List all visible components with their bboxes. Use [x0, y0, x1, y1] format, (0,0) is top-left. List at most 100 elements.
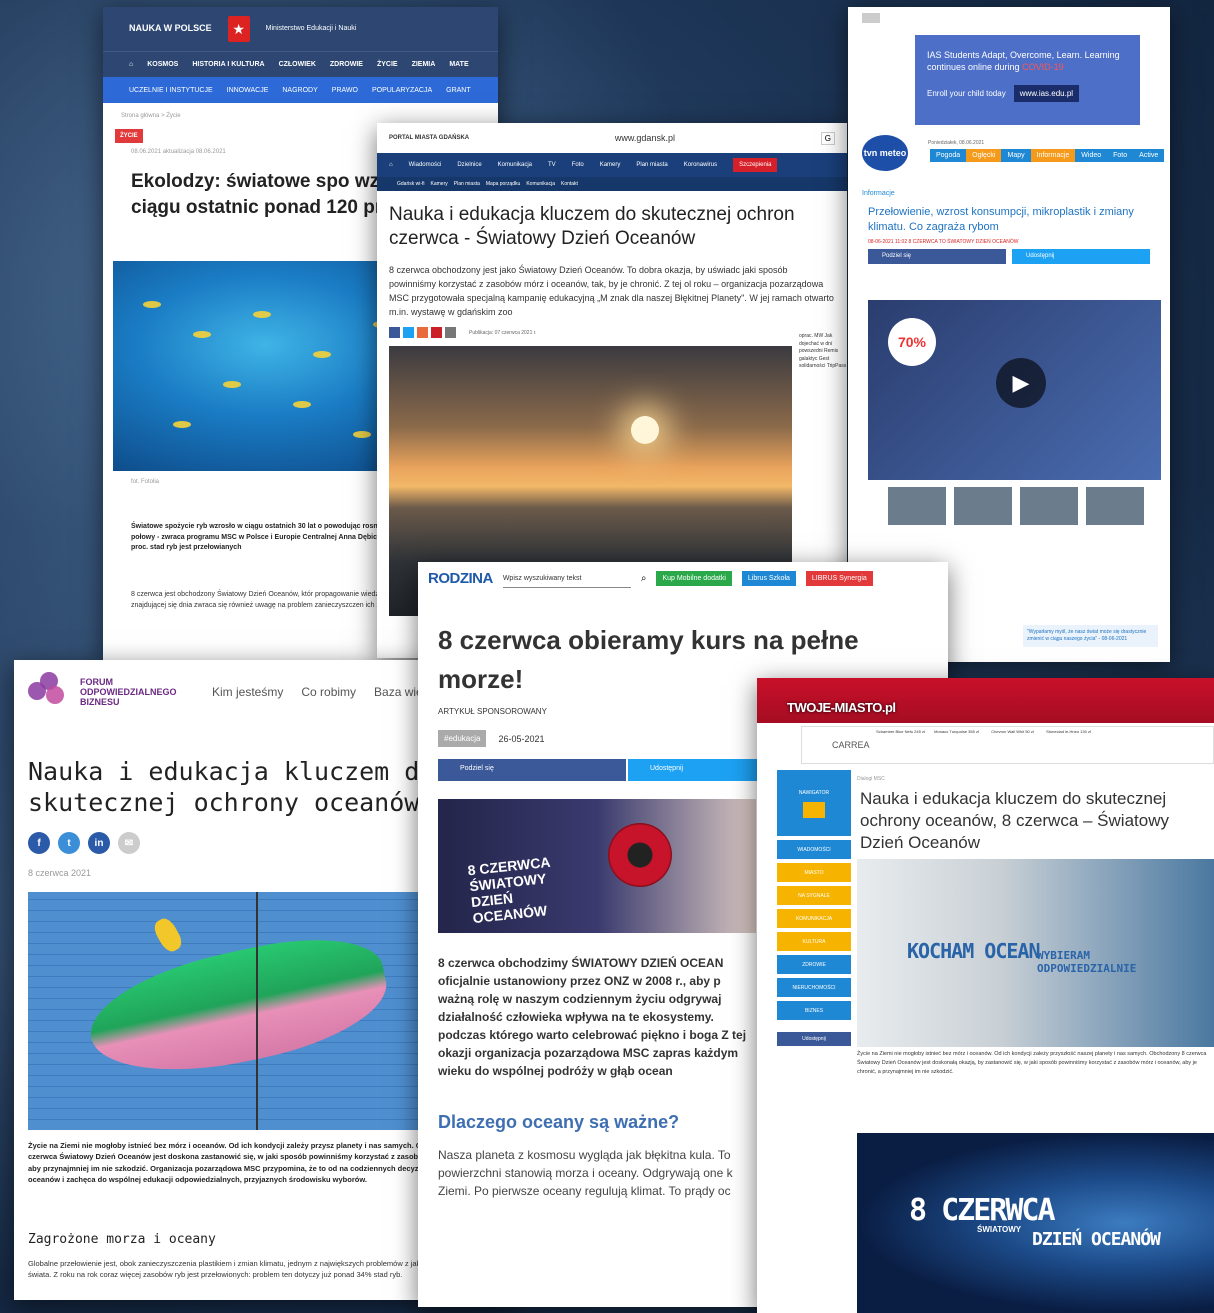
facebook-share-button[interactable]: Podziel się — [868, 249, 1006, 264]
nav-item[interactable]: ZDROWIE — [777, 955, 851, 974]
facebook-icon[interactable] — [389, 327, 400, 338]
nav-item[interactable]: GRANT — [446, 87, 471, 94]
nav-item[interactable]: PRAWO — [332, 87, 358, 94]
sub-nav-item[interactable]: Komunikacja — [526, 181, 555, 187]
product-tile[interactable]: Chevron Wall Whit 50 zł — [988, 729, 1038, 760]
nav-item[interactable]: KULTURA — [777, 932, 851, 951]
tvn-icon[interactable] — [862, 13, 880, 23]
site-logo[interactable]: RODZINA — [428, 570, 493, 587]
facebook-share-button[interactable]: Podziel się — [438, 759, 626, 781]
mail-icon[interactable]: ✉ — [118, 832, 140, 854]
nav-item[interactable]: KOMUNIKACJA — [777, 909, 851, 928]
site-logo[interactable]: NAUKA W POLSCE — [129, 23, 212, 34]
search-icon[interactable]: ⌕ — [641, 573, 647, 584]
nav-item[interactable]: Foto — [572, 162, 584, 168]
nav-item[interactable]: HISTORIA I KULTURA — [192, 61, 264, 68]
nav-item[interactable]: Informacje — [1030, 149, 1076, 162]
site-logo[interactable]: TWOJE-MIASTO.pl — [787, 700, 896, 715]
sub-nav-item[interactable]: Kamery — [431, 181, 448, 187]
banner-kocham: KOCHAM OCEAN — [907, 939, 1040, 963]
nav-item[interactable]: Kamery — [600, 162, 621, 168]
video-player[interactable]: 70% ▶ — [868, 300, 1161, 480]
nav-item[interactable]: Mapy — [1001, 149, 1031, 162]
product-tile[interactable]: Stoneclad le-Hneu 130 zł — [1044, 729, 1094, 760]
nav-item[interactable]: Co robimy — [301, 685, 356, 699]
ad-url-button[interactable]: www.ias.edu.pl — [1013, 85, 1080, 102]
sub-nav-item[interactable]: Gdańsk wi-fi — [397, 181, 425, 187]
twitter-icon[interactable]: t — [58, 832, 80, 854]
ad-banner[interactable]: IAS Students Adapt, Overcome, Learn. Lea… — [915, 35, 1140, 125]
nav-item[interactable]: INNOWACJE — [227, 87, 269, 94]
nav-item-highlight[interactable]: Szczepienia — [733, 158, 778, 172]
product-tile[interactable]: Schamber Blue Nefu 245 zł — [876, 729, 926, 760]
article-title: Nauka i edukacja kluczem do skutecznej o… — [389, 204, 795, 249]
article-title: Nauka i edukacja kluczem do skutecznej o… — [860, 789, 1169, 852]
site-logo[interactable]: tvn meteo — [862, 135, 908, 171]
banner-text: 8 CZERWCA ŚWIATOWY DZIEŃ OCEANÓW — [466, 853, 551, 927]
nav-item[interactable]: WIADOMOŚCI — [777, 840, 851, 859]
nav-item[interactable]: Wideo — [1075, 149, 1108, 162]
nav-item[interactable]: Active — [1133, 149, 1165, 162]
product-tile[interactable]: Monaco Turquoise 355 zł — [932, 729, 982, 760]
twitter-share-button[interactable]: Udostępnij — [1012, 249, 1150, 264]
librus-synergia-button[interactable]: LIBRUS Synergia — [805, 571, 873, 586]
search-input[interactable]: Wpisz wyszukiwany tekst — [502, 570, 631, 588]
nav-item[interactable]: NA SYGNALE — [777, 886, 851, 905]
sub-nav-item[interactable]: Kontakt — [561, 181, 578, 187]
sub-nav-item[interactable]: Plan miasta — [454, 181, 480, 187]
linkedin-icon[interactable]: in — [88, 832, 110, 854]
sub-nav-item[interactable]: Mapa porządku — [486, 181, 520, 187]
site-logo[interactable]: FORUM ODPOWIEDZIALNEGO BIZNESU — [80, 677, 180, 707]
nav-item[interactable]: CZŁOWIEK — [279, 61, 316, 68]
play-icon[interactable]: ▶ — [996, 358, 1046, 408]
nav-item[interactable]: MATE — [449, 61, 468, 68]
mobile-addons-button[interactable]: Kup Mobilne dodatki — [656, 571, 732, 586]
category-tag[interactable]: ŻYCIE — [115, 129, 143, 143]
thumbnail[interactable] — [1020, 487, 1078, 525]
google-icon[interactable]: G — [820, 131, 835, 145]
pinterest-icon[interactable] — [431, 327, 442, 338]
librus-school-button[interactable]: Librus Szkoła — [741, 571, 796, 586]
share-button[interactable]: Udostępnij — [777, 1032, 851, 1046]
nav-item[interactable]: Ogłęcki — [966, 149, 1002, 162]
navigator-title: NAWIGATOR — [798, 790, 830, 796]
nav-item[interactable]: NAGRODY — [282, 87, 317, 94]
home-icon[interactable]: ⌂ — [129, 61, 133, 68]
related-note[interactable]: "Wyparłamy myśl, że nasz świat może się … — [1023, 625, 1158, 647]
nav-item[interactable]: UCZELNIE I INSTYTUCJE — [129, 87, 213, 94]
nav-item[interactable]: KOSMOS — [147, 61, 178, 68]
breadcrumb[interactable]: Strona główna > Życie — [103, 103, 498, 123]
navigator-box[interactable]: NAWIGATOR — [777, 770, 851, 836]
breadcrumb[interactable]: Dialogi MSC — [857, 776, 885, 782]
nav-item[interactable]: Koronawirus — [684, 162, 717, 168]
thumbnail[interactable] — [888, 487, 946, 525]
nav-item[interactable]: Komunikacja — [498, 162, 532, 168]
nav-item[interactable]: Foto — [1107, 149, 1134, 162]
nav-item[interactable]: TV — [548, 162, 556, 168]
thumbnail[interactable] — [1086, 487, 1144, 525]
nav-item[interactable]: ŻYCIE — [377, 61, 398, 68]
campaign-photo: KOCHAM OCEAN WYBIERAM ODPOWIEDZIALNIE — [857, 859, 1214, 1047]
sidebar-links[interactable]: oprac. MW Jak dojechać w dni powszedni R… — [799, 333, 847, 371]
thumbnail[interactable] — [954, 487, 1012, 525]
nav-item[interactable]: ZIEMIA — [412, 61, 436, 68]
facebook-icon[interactable]: f — [28, 832, 50, 854]
nav-item[interactable]: BIZNES — [777, 1001, 851, 1020]
side-navigator: NAWIGATOR WIADOMOŚCI MIASTO NA SYGNALE K… — [777, 770, 851, 1046]
nav-item[interactable]: POPULARYZACJA — [372, 87, 432, 94]
ad-strip[interactable]: CARREA Schamber Blue Nefu 245 zł Monaco … — [801, 726, 1214, 764]
instagram-icon[interactable] — [417, 327, 428, 338]
nav-item[interactable]: MIASTO — [777, 863, 851, 882]
nav-item[interactable]: ZDROWIE — [330, 61, 363, 68]
nav-item[interactable]: Wiadomości — [409, 162, 442, 168]
nav-item[interactable]: Plan miasta — [636, 162, 667, 168]
nav-item[interactable]: Kim jesteśmy — [212, 685, 283, 699]
hashtag[interactable]: #edukacja — [438, 730, 487, 747]
site-logo[interactable]: www.gdansk.pl — [615, 133, 675, 143]
nav-item[interactable]: Dzielnice — [457, 162, 481, 168]
nav-item[interactable]: Pogoda — [930, 149, 967, 162]
home-icon[interactable]: ⌂ — [389, 162, 393, 168]
twitter-icon[interactable] — [403, 327, 414, 338]
mail-icon[interactable] — [445, 327, 456, 338]
nav-item[interactable]: NIERUCHOMOŚCI — [777, 978, 851, 997]
